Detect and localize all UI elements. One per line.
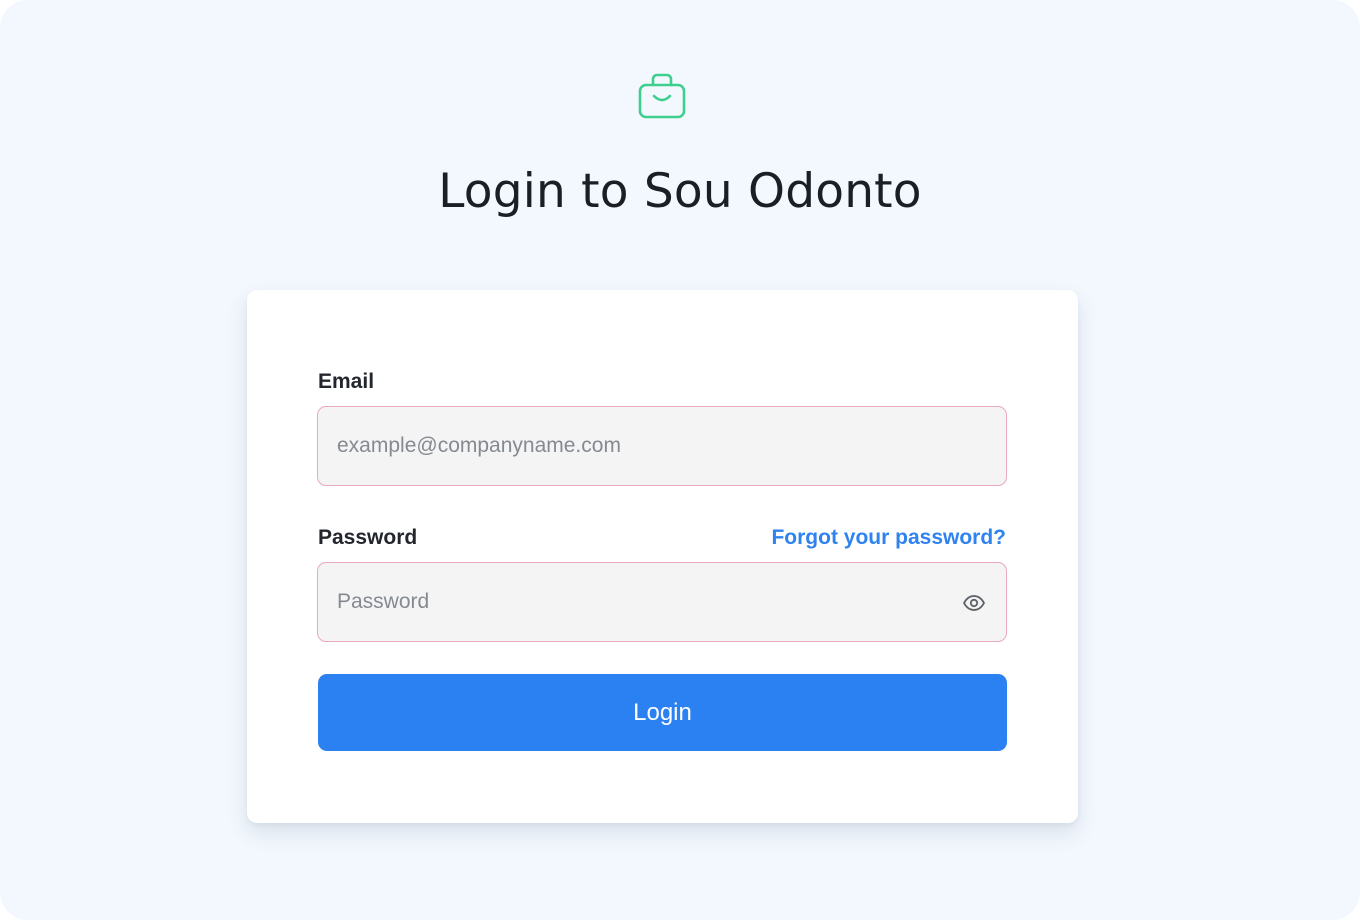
login-card: Email Password Forgot your password? Log… <box>247 290 1078 823</box>
eye-icon[interactable] <box>962 591 986 615</box>
email-field-box <box>317 406 1007 486</box>
briefcase-smile-icon <box>638 73 686 119</box>
login-button[interactable]: Login <box>318 674 1007 751</box>
page-title: Login to Sou Odonto <box>438 164 922 219</box>
forgot-password-link[interactable]: Forgot your password? <box>771 526 1006 550</box>
email-label: Email <box>318 370 375 393</box>
email-input[interactable] <box>318 407 1006 485</box>
password-label: Password <box>318 526 418 549</box>
password-field-box <box>317 562 1007 642</box>
login-page: Login to Sou Odonto Email Password Forgo… <box>0 0 1360 920</box>
password-input[interactable] <box>318 563 1006 641</box>
